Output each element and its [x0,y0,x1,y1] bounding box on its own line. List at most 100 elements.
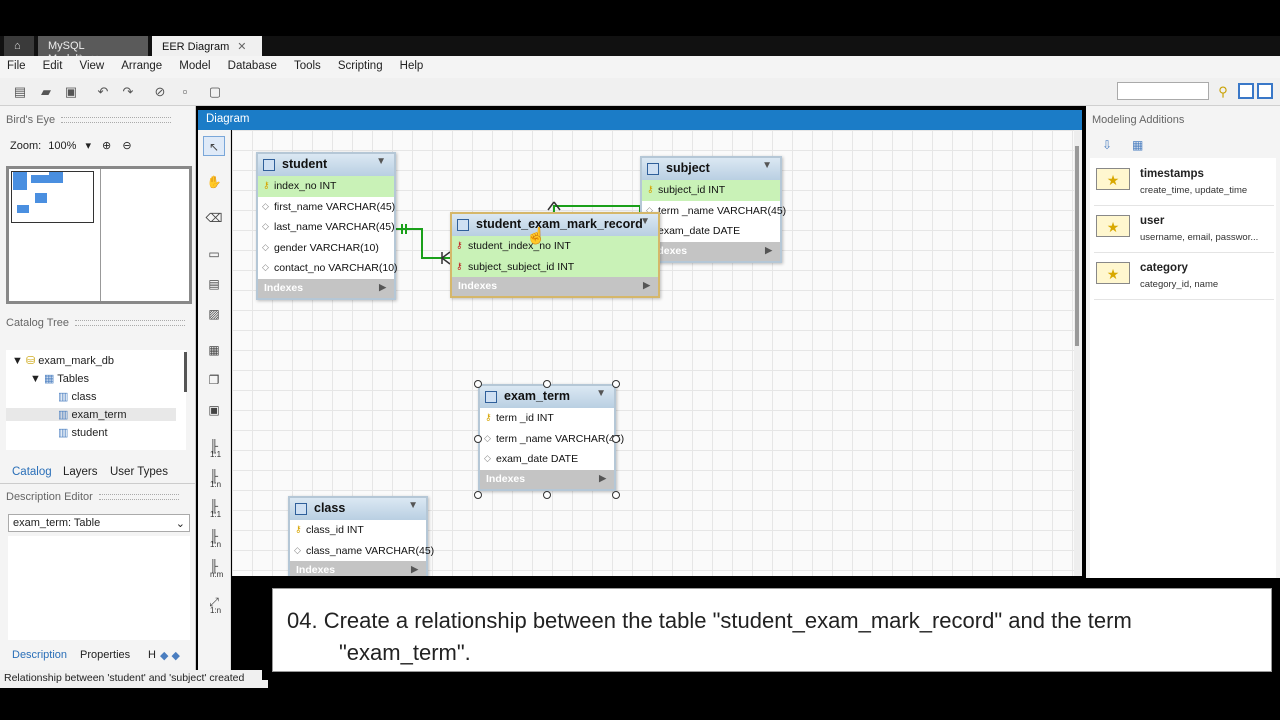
left-tabs: Catalog Layers User Types [0,462,196,484]
resize-handle[interactable] [612,435,620,443]
tab-description[interactable]: Description [12,649,67,661]
resize-handle[interactable] [612,380,620,388]
routine-tool-icon[interactable]: ▣ [203,400,225,420]
table-icon: ▥ [58,391,69,403]
table-exam-term[interactable]: exam_term ▼ ⚷ term _id INT ◇ term _name VAR… [478,384,624,491]
menu-scripting[interactable]: Scripting [331,56,390,72]
tab-properties[interactable]: Properties [80,649,130,661]
resize-handle[interactable] [474,435,482,443]
table-class[interactable]: class ▼ ⚷ class_id INT ◇ class_name VARCHAR… [288,496,434,576]
pointer-tool-icon[interactable]: ↖ [203,136,225,156]
canvas-vertical-scrollbar[interactable] [1074,130,1082,576]
collapse-arrow-icon[interactable]: ▼ [408,500,418,511]
expand-arrow-icon: ▶ [599,472,606,483]
indexes-section[interactable]: Indexes ▶ [290,561,426,576]
hand-tool-icon[interactable]: ✋ [203,172,225,192]
new-file-icon[interactable]: ▤ [12,84,28,100]
menu-tools[interactable]: Tools [287,56,328,72]
resize-handle[interactable] [474,380,482,388]
snippet-timestamps[interactable]: ★ timestamps create_time, update_time [1094,162,1274,206]
snippet-add-icon[interactable]: ⇩ [1102,138,1112,152]
table-tool-icon[interactable]: ▦ [203,340,225,360]
snippet-user[interactable]: ★ user username, email, passwor... [1094,209,1274,253]
redo-icon[interactable]: ↷ [120,84,136,100]
menu-arrange[interactable]: Arrange [114,56,169,72]
resize-handle[interactable] [612,491,620,499]
description-textarea[interactable] [8,536,190,640]
collapse-arrow-icon[interactable]: ▼ [762,160,772,171]
open-folder-icon[interactable]: ▰ [38,84,54,100]
menu-file[interactable]: File [0,56,33,72]
toggle-sidebar-left-icon[interactable] [1238,83,1254,99]
align-grid-icon[interactable]: ▫ [177,84,193,100]
note-tool-icon[interactable]: ▤ [203,274,225,294]
tree-item-class[interactable]: ▥ class [58,390,97,403]
menu-database[interactable]: Database [221,56,284,72]
indexes-section[interactable]: Indexes ▶ [642,241,780,261]
table-subject[interactable]: subject ▼ ⚷ subject_id INT ◇ term _name VAR… [640,156,786,263]
chevron-down-icon[interactable]: ▾ [85,140,91,152]
view-tool-icon[interactable]: ❐ [203,370,225,390]
zoom-out-icon[interactable]: ⊖ [122,140,131,152]
collapse-arrow-icon[interactable]: ▼ [640,216,650,227]
snippet-table-icon[interactable]: ▦ [1132,138,1143,152]
home-icon: ⌂ [14,40,21,52]
resize-handle[interactable] [474,491,482,499]
search-icon[interactable]: ⚲ [1215,84,1231,100]
tree-scrollbar[interactable] [184,352,187,392]
table-student-exam-mark-record[interactable]: student_exam_mark_record ▼ ⚷ student_index… [450,212,660,298]
indexes-section[interactable]: Indexes ▶ [258,278,394,298]
resize-handle[interactable] [543,380,551,388]
column-row: ⚷ index_no INT [258,176,394,197]
image-tool-icon[interactable]: ▨ [203,304,225,324]
tab-mysql-model[interactable]: MySQL Model*✕ [38,36,148,65]
eraser-tool-icon[interactable]: ⌫ [203,208,225,228]
resize-handle[interactable] [543,491,551,499]
undo-icon[interactable]: ↶ [95,84,111,100]
tab-layers[interactable]: Layers [63,466,98,478]
tree-node-tables[interactable]: ▼ ▦ Tables [30,372,89,385]
close-icon[interactable]: ✕ [237,41,246,53]
zoom-value[interactable]: 100% [48,140,76,152]
menu-edit[interactable]: Edit [36,56,70,72]
home-tab[interactable]: ⌂ [4,36,34,56]
tree-item-exam-term[interactable]: ▥ exam_term [6,408,176,421]
save-icon[interactable]: ▣ [63,84,79,100]
search-input[interactable] [1117,82,1209,100]
snippet-category[interactable]: ★ category category_id, name [1094,256,1274,300]
layer-tool-icon[interactable]: ▭ [203,244,225,264]
tab-user-types[interactable]: User Types [110,466,168,478]
toggle-grid-icon[interactable]: ⊘ [152,84,168,100]
tree-item-student[interactable]: ▥ student [58,426,108,439]
birds-eye-viewport[interactable] [11,171,94,223]
indexes-section[interactable]: Indexes ▶ [452,277,658,296]
tab-eer-diagram[interactable]: EER Diagram ✕ [152,36,262,56]
description-editor-title: Description Editor [6,491,179,503]
bottom-tabs: Description Properties H ◆ ◆ [0,642,196,664]
description-object-select[interactable]: exam_term: Table ⌄ [8,514,190,532]
zoom-in-icon[interactable]: ⊕ [102,140,111,152]
chevron-down-icon: ⌄ [175,518,185,530]
expand-arrow-icon: ▶ [411,564,418,574]
collapse-arrow-icon[interactable]: ▼ [596,388,606,399]
column-row: ◇ first_name VARCHAR(45) [262,200,396,213]
diagram-panel-header: Diagram [198,110,1082,130]
column-row: ◇ gender VARCHAR(10) [262,241,379,254]
tab-catalog[interactable]: Catalog [12,466,52,478]
tree-node-database[interactable]: ▼ ⛁ exam_mark_db [12,354,114,367]
expand-arrow-icon: ▶ [379,281,386,292]
menu-model[interactable]: Model [172,56,217,72]
menu-help[interactable]: Help [393,56,431,72]
indexes-section[interactable]: Indexes ▶ [480,469,614,489]
star-icon: ★ [1096,168,1130,190]
table-icon: ▥ [58,427,69,439]
toggle-sidebar-right-icon[interactable] [1257,83,1273,99]
export-icon[interactable]: ▢ [207,84,223,100]
birds-eye-map[interactable] [6,166,192,304]
collapse-arrow-icon[interactable]: ▼ [376,156,386,167]
diagram-canvas[interactable]: student ▼ ⚷ index_no INT ◇ first_name VARCH… [232,130,1074,576]
menu-view[interactable]: View [72,56,111,72]
tab-history[interactable]: H [148,649,156,661]
tab-scroll-arrows-icon[interactable]: ◆ ◆ [160,649,180,662]
table-student[interactable]: student ▼ ⚷ index_no INT ◇ first_name VARCH… [256,152,398,300]
